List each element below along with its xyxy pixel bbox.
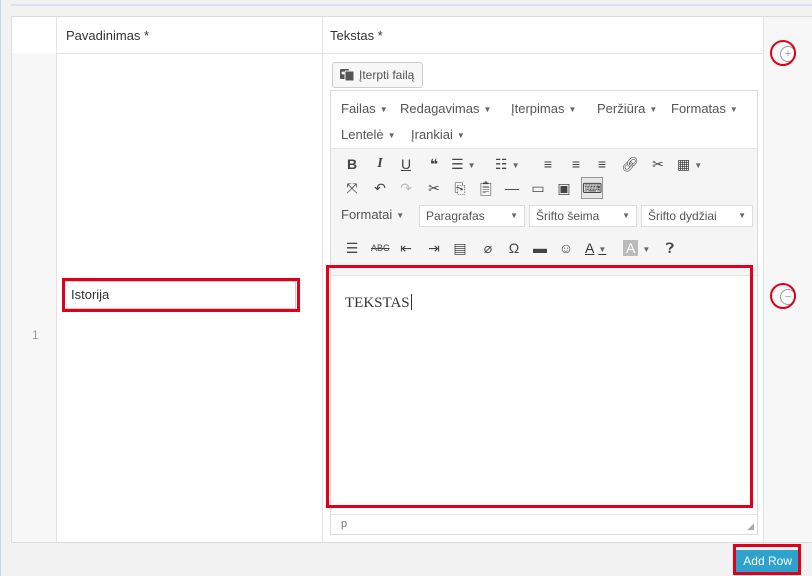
row-actions-column: + −: [763, 17, 812, 542]
toolbar-toggle-icon[interactable]: ⌨: [581, 177, 603, 199]
editor-toolbar: B I U ❝ ☰ ▼ ☷ ▼ ≡ ≡ ≡ 🔗︎ ✂︎ ▦ ▼ ⤧ ↶ ↷ ✂ ⎘ 📋…: [331, 148, 757, 276]
insert-file-button[interactable]: Įterpti failą: [332, 62, 424, 88]
menu-label: Įterpimas: [511, 101, 565, 116]
caret-icon: ▼: [456, 131, 465, 140]
link-icon[interactable]: 🔗︎: [621, 153, 639, 175]
table-icon[interactable]: ▦ ▼: [677, 153, 702, 175]
align-left-icon[interactable]: ≡: [539, 153, 557, 175]
editor-menubar: Failas ▼ Redagavimas ▼ Įterpimas ▼ Peržiūra…: [331, 91, 757, 148]
text-color-icon[interactable]: A ▼: [585, 237, 606, 259]
table-header: Pavadinimas * Tekstas *: [12, 17, 812, 54]
content-highlight-box: [326, 265, 753, 508]
insert-file-label: Įterpti failą: [359, 68, 415, 82]
fullscreen-icon[interactable]: ⤧: [343, 177, 361, 199]
horizontal-rule-icon[interactable]: —: [503, 177, 521, 199]
emoji-icon[interactable]: ☺: [557, 237, 575, 259]
top-border: [11, 4, 812, 6]
row-number: 1: [32, 328, 39, 342]
read-more-icon[interactable]: ▬: [531, 237, 549, 259]
caret-icon: ▼: [510, 211, 518, 220]
outdent-icon[interactable]: ⇤: [397, 237, 415, 259]
caret-icon: ▼: [729, 105, 738, 114]
paste-icon[interactable]: 📋︎: [477, 177, 495, 199]
title-highlight-box: [62, 278, 300, 312]
column-divider: [322, 17, 323, 542]
add-row-highlight-box: [733, 544, 801, 575]
indent-icon[interactable]: ⇥: [425, 237, 443, 259]
paste-text-icon[interactable]: ▤: [451, 237, 469, 259]
formats-label: Formatai: [341, 207, 393, 222]
title-column-header: Pavadinimas *: [66, 28, 150, 43]
media-embed-icon[interactable]: ▣: [555, 177, 573, 199]
caret-icon: ▼: [387, 131, 396, 140]
bold-icon[interactable]: B: [343, 153, 361, 175]
formats-dropdown[interactable]: Formatai ▼: [341, 207, 404, 222]
italic-icon[interactable]: I: [371, 153, 389, 175]
underline-icon[interactable]: U: [397, 153, 415, 175]
font-size-label: Šrifto dydžiai: [648, 209, 717, 223]
editor-statusbar: p ◢: [331, 514, 757, 534]
paragraph-label: Paragrafas: [426, 209, 485, 223]
menu-edit[interactable]: Redagavimas ▼: [400, 101, 491, 116]
repeater-field: Pavadinimas * Tekstas * 1 + − Istorija Į…: [0, 0, 812, 576]
caret-icon: ▼: [396, 211, 405, 220]
menu-insert[interactable]: Įterpimas ▼: [511, 101, 576, 116]
remove-highlight-ring: [770, 283, 796, 309]
undo-icon[interactable]: ↶: [371, 177, 389, 199]
copy-icon[interactable]: ⎘: [451, 177, 469, 199]
align-right-icon[interactable]: ≡: [593, 153, 611, 175]
help-icon[interactable]: ❓︎: [661, 237, 679, 259]
caret-icon: ▼: [379, 105, 388, 114]
text-column-header: Tekstas *: [330, 28, 383, 43]
menu-label: Lentelė: [341, 127, 384, 142]
background-color-icon[interactable]: A ▼: [623, 237, 650, 259]
font-family-label: Šrifto šeima: [536, 209, 600, 223]
numbered-list-icon[interactable]: ☷ ▼: [495, 153, 519, 175]
caret-icon: ▼: [738, 211, 746, 220]
menu-tools[interactable]: Įrankiai ▼: [411, 127, 465, 142]
add-highlight-ring: [770, 40, 796, 66]
menu-format[interactable]: Formatas ▼: [671, 101, 738, 116]
element-path[interactable]: p: [341, 518, 347, 530]
resize-handle-icon[interactable]: ◢: [747, 521, 754, 532]
cut-icon[interactable]: ✂: [425, 177, 443, 199]
media-icon: [340, 69, 355, 82]
paragraph-select[interactable]: Paragrafas ▼: [419, 205, 525, 227]
justify-icon[interactable]: ☰: [343, 237, 361, 259]
row-handle[interactable]: 1: [12, 53, 57, 542]
menu-file[interactable]: Failas ▼: [341, 101, 388, 116]
caret-icon: ▼: [649, 105, 658, 114]
font-family-select[interactable]: Šrifto šeima ▼: [529, 205, 637, 227]
menu-label: Formatas: [671, 101, 726, 116]
unlink-icon[interactable]: ✂︎: [649, 153, 667, 175]
menu-label: Peržiūra: [597, 101, 646, 116]
menu-table[interactable]: Lentelė ▼: [341, 127, 396, 142]
menu-label: Įrankiai: [411, 127, 453, 142]
special-character-icon[interactable]: Ω: [505, 237, 523, 259]
align-center-icon[interactable]: ≡: [567, 153, 585, 175]
font-size-select[interactable]: Šrifto dydžiai ▼: [641, 205, 753, 227]
image-icon[interactable]: ▭: [529, 177, 547, 199]
menu-view[interactable]: Peržiūra ▼: [597, 101, 657, 116]
strikethrough-icon[interactable]: ABC: [371, 237, 390, 259]
menu-label: Failas: [341, 101, 376, 116]
redo-icon[interactable]: ↷: [397, 177, 415, 199]
menu-label: Redagavimas: [400, 101, 480, 116]
caret-icon: ▼: [483, 105, 492, 114]
blockquote-icon[interactable]: ❝: [425, 153, 443, 175]
bullet-list-icon[interactable]: ☰ ▼: [451, 153, 475, 175]
caret-icon: ▼: [568, 105, 577, 114]
clear-formatting-icon[interactable]: ⌀: [479, 237, 497, 259]
caret-icon: ▼: [622, 211, 630, 220]
